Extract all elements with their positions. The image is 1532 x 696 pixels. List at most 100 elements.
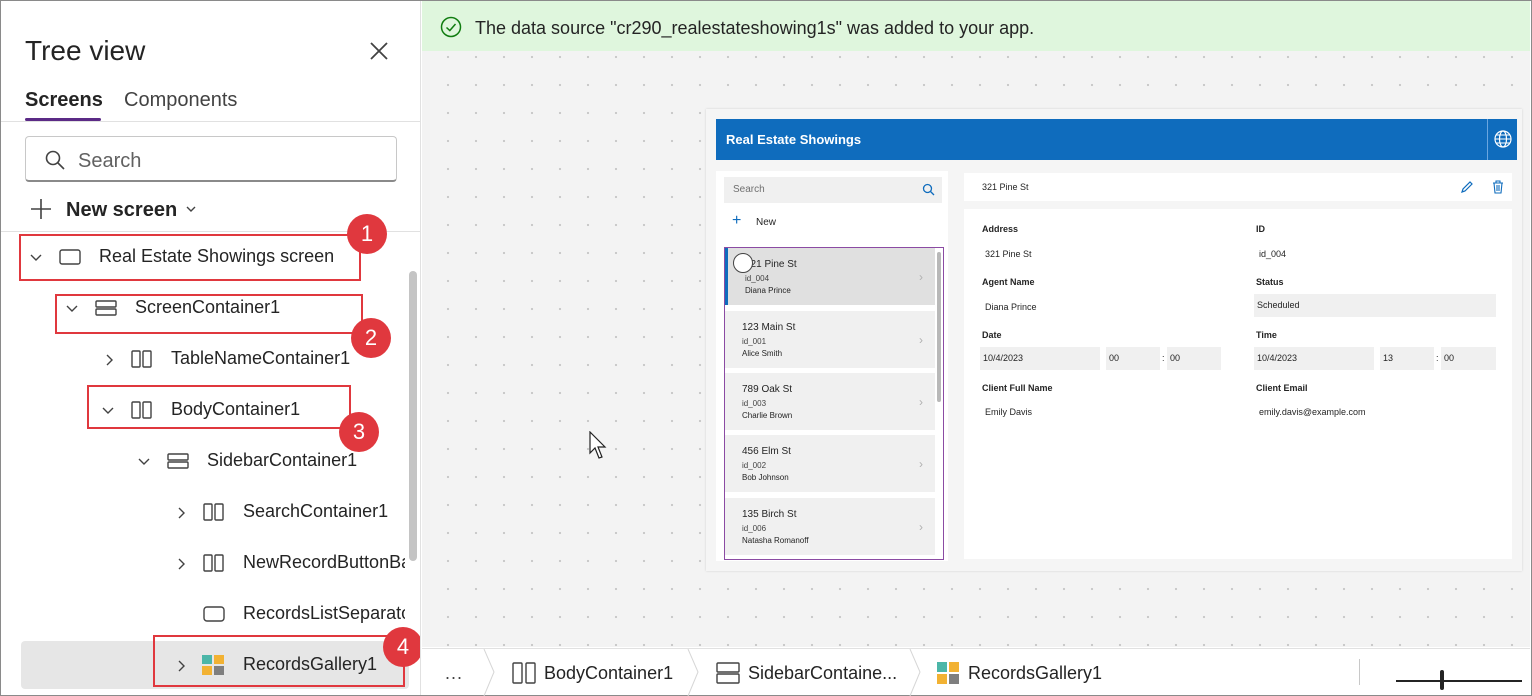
tree-node-label: NewRecordButtonBa	[243, 552, 405, 572]
breadcrumb-separator-icon	[483, 649, 495, 696]
tree-node-label: Real Estate Showings screen	[99, 246, 335, 266]
tree-node-label: RecordsGallery1	[243, 654, 378, 674]
horizontal-container-icon	[203, 503, 224, 521]
globe-button[interactable]	[1487, 119, 1517, 160]
app-header: Real Estate Showings	[716, 119, 1517, 160]
client-email-value[interactable]: emily.davis@example.com	[1256, 407, 1366, 417]
vertical-container-icon	[95, 300, 117, 316]
tab-components[interactable]: Components	[124, 89, 237, 112]
horizontal-container-icon	[203, 554, 224, 572]
edit-icon[interactable]	[1460, 180, 1474, 194]
gallery-item[interactable]: 123 Main St id_001 Alice Smith ›	[725, 311, 935, 368]
breadcrumb-item-recordsgallery1[interactable]: RecordsGallery1	[936, 661, 1116, 685]
time-minute-field[interactable]: 00	[1441, 347, 1496, 370]
breadcrumb-separator-icon	[687, 649, 699, 696]
app-search-input[interactable]: Search	[724, 177, 942, 203]
address-value[interactable]: 321 Pine St	[982, 249, 1032, 259]
chevron-down-icon[interactable]	[101, 404, 115, 418]
tree-node-bodycontainer1[interactable]: BodyContainer1	[101, 395, 351, 425]
colon-separator: :	[1162, 353, 1165, 363]
design-canvas[interactable]: The data source "cr290_realestateshowing…	[422, 1, 1530, 647]
gallery-item[interactable]: 789 Oak St id_003 Charlie Brown ›	[725, 373, 935, 430]
time-hour-field[interactable]: 13	[1380, 347, 1434, 370]
chevron-down-icon[interactable]	[29, 251, 43, 265]
search-input[interactable]: Search	[25, 136, 397, 182]
client-email-label: Client Email	[1256, 383, 1308, 393]
chevron-right-icon[interactable]	[175, 659, 189, 673]
zoom-slider-track[interactable]	[1396, 680, 1522, 682]
chevron-right-icon: ›	[919, 270, 923, 284]
record-agent: Bob Johnson	[742, 473, 789, 482]
callout-badge-1: 1	[347, 214, 387, 254]
record-id: id_001	[742, 337, 767, 346]
id-value[interactable]: id_004	[1256, 249, 1286, 259]
records-gallery[interactable]: 321 Pine St id_004 Diana Prince › 123 Ma…	[724, 247, 944, 560]
edit-handle-icon[interactable]	[733, 253, 753, 273]
close-icon[interactable]	[367, 39, 391, 63]
chevron-right-icon[interactable]	[103, 353, 117, 367]
agent-label: Agent Name	[982, 277, 1035, 287]
date-hour-field[interactable]: 00	[1106, 347, 1160, 370]
record-agent: Natasha Romanoff	[742, 536, 809, 545]
breadcrumb-label: SidebarContaine...	[748, 663, 898, 683]
tab-screens[interactable]: Screens	[25, 89, 103, 112]
chevron-down-icon	[186, 206, 196, 212]
tree-view-title: Tree view	[25, 35, 146, 66]
client-name-value[interactable]: Emily Davis	[982, 407, 1032, 417]
plus-icon: +	[732, 212, 742, 229]
gallery-scrollbar[interactable]	[937, 252, 941, 402]
colon-separator: :	[1436, 353, 1439, 363]
record-address: 135 Birch St	[742, 509, 797, 520]
gallery-item[interactable]: 135 Birch St id_006 Natasha Romanoff ›	[725, 498, 935, 555]
status-field[interactable]: Scheduled	[1254, 294, 1496, 317]
gallery-icon	[202, 655, 224, 675]
tree-node-screencontainer1[interactable]: ScreenContainer1	[65, 293, 355, 323]
gallery-item[interactable]: 456 Elm St id_002 Bob Johnson ›	[725, 435, 935, 492]
address-label: Address	[982, 224, 1019, 234]
tree-node-label: ScreenContainer1	[135, 297, 281, 317]
date-minute-field[interactable]: 00	[1167, 347, 1221, 370]
chevron-down-icon[interactable]	[137, 455, 151, 469]
check-circle-icon	[440, 16, 462, 38]
chevron-down-icon[interactable]	[65, 302, 79, 316]
record-agent: Diana Prince	[745, 286, 791, 295]
gallery-item[interactable]: 321 Pine St id_004 Diana Prince ›	[725, 248, 935, 305]
trash-icon[interactable]	[1492, 180, 1504, 194]
record-address: 456 Elm St	[742, 446, 791, 457]
tree-node-real-estate-showings-screen[interactable]: Real Estate Showings screen	[29, 242, 359, 272]
agent-value[interactable]: Diana Prince	[982, 302, 1037, 312]
record-agent: Charlie Brown	[742, 411, 793, 420]
breadcrumb-item-bodycontainer1[interactable]: BodyContainer1	[512, 661, 682, 685]
date-label: Date	[982, 330, 1002, 340]
chevron-right-icon[interactable]	[175, 506, 189, 520]
time-date-field[interactable]: 10/4/2023	[1254, 347, 1374, 370]
app-search-placeholder: Search	[733, 184, 765, 195]
breadcrumb-bar: ... BodyContainer1 SidebarContaine... Re…	[422, 648, 1530, 696]
detail-header: 321 Pine St	[964, 173, 1512, 201]
horizontal-container-icon	[131, 401, 152, 419]
zoom-slider-thumb[interactable]	[1440, 670, 1444, 690]
divider	[1, 121, 420, 122]
tree-node-searchcontainer1[interactable]: SearchContainer1	[173, 497, 403, 527]
tree-node-label: SidebarContainer1	[207, 450, 358, 470]
record-id: id_002	[742, 461, 767, 470]
breadcrumb-label: RecordsGallery1	[968, 663, 1103, 683]
divider	[1359, 659, 1360, 685]
more-options-button[interactable]: ...	[445, 663, 463, 684]
tree-node-label: BodyContainer1	[171, 399, 301, 419]
chevron-right-icon: ›	[919, 395, 923, 409]
tree-node-recordsgallery1[interactable]: RecordsGallery1	[173, 650, 403, 680]
tree-scrollbar[interactable]	[409, 271, 417, 561]
chevron-right-icon[interactable]	[175, 557, 189, 571]
tree-node-newrecordbuttonbar[interactable]: NewRecordButtonBa	[173, 548, 405, 578]
success-notification: The data source "cr290_realestateshowing…	[422, 1, 1530, 51]
rectangle-icon	[203, 606, 225, 622]
search-icon	[45, 150, 65, 170]
mouse-pointer-icon	[589, 431, 607, 459]
chevron-right-icon: ›	[919, 520, 923, 534]
date-field[interactable]: 10/4/2023	[980, 347, 1100, 370]
breadcrumb-separator-icon	[909, 649, 921, 696]
breadcrumb-item-sidebarcontainer1[interactable]: SidebarContaine...	[716, 661, 906, 685]
tree-node-recordslistseparator[interactable]: RecordsListSeparato	[173, 599, 405, 629]
gallery-icon	[937, 662, 959, 684]
